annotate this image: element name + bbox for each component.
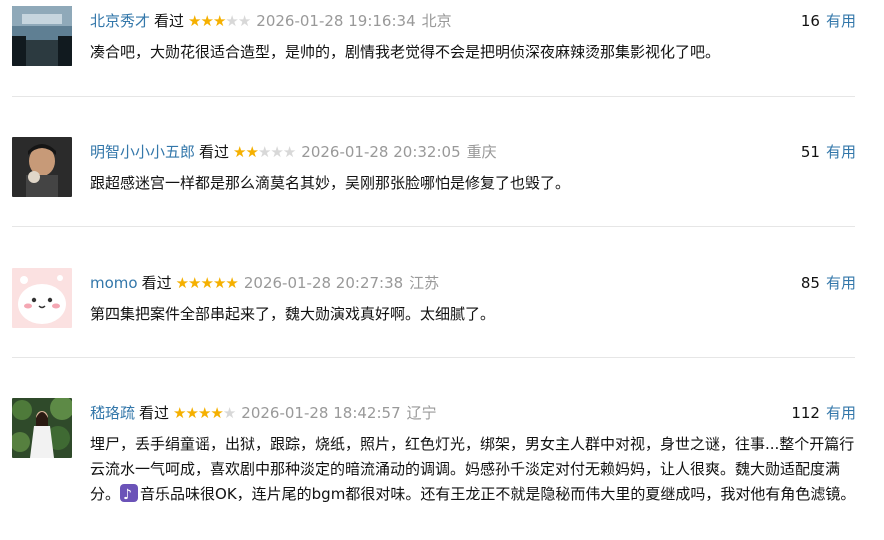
avatar-image xyxy=(12,398,72,458)
divider xyxy=(12,357,855,358)
vote-area: 112 有用 xyxy=(791,402,856,424)
star-filled-icon: ★ xyxy=(173,404,186,422)
star-filled-icon: ★ xyxy=(188,274,201,292)
rating-stars: ★★★★★ xyxy=(188,10,251,32)
comment-time: 2026-01-28 18:42:57 xyxy=(241,404,401,422)
star-filled-icon: ★ xyxy=(200,12,213,30)
comment-item: 明智小小小五郎 看过 ★★★★★ 2026-01-28 20:32:05 重庆 51 有用… xyxy=(0,131,884,227)
star-filled-icon: ★ xyxy=(175,274,189,292)
comment-time: 2026-01-28 19:16:34 xyxy=(256,12,416,30)
watched-status: 看过 xyxy=(139,404,170,422)
comment-meta: 明智小小小五郎 看过 ★★★★★ 2026-01-28 20:32:05 重庆 xyxy=(90,141,854,163)
comment-location: 北京 xyxy=(421,12,452,30)
star-filled-icon: ★ xyxy=(212,12,226,30)
avatar-image xyxy=(12,268,72,328)
vote-count: 51 xyxy=(800,143,820,161)
comment-list: 北京秀才 看过 ★★★★★ 2026-01-28 19:16:34 北京 16 有用 凑合… xyxy=(0,0,884,540)
comment-text: 跟超感迷宫一样都是那么滴莫名其妙，吴刚那张脸哪怕是修复了也毁了。 xyxy=(90,174,571,192)
username-link[interactable]: 明智小小小五郎 xyxy=(90,143,195,161)
comment-text: 第四集把案件全部串起来了，魏大勋演戏真好啊。太细腻了。 xyxy=(90,305,496,323)
comment-text: 埋尸，丢手绢童谣，出狱，跟踪，烧纸，照片，红色灯光，绑架，男女主人群中对视，身世… xyxy=(90,432,858,508)
star-empty-icon: ★ xyxy=(282,143,296,161)
useful-button[interactable]: 有用 xyxy=(826,274,856,292)
comment-location: 重庆 xyxy=(466,143,497,161)
watched-status: 看过 xyxy=(141,274,172,292)
comment-time: 2026-01-28 20:27:38 xyxy=(243,274,404,292)
star-filled-icon: ★ xyxy=(188,12,201,30)
music-note-icon xyxy=(120,483,139,508)
username-link[interactable]: 嵇珞疏 xyxy=(90,404,135,422)
comment-time: 2026-01-28 20:32:05 xyxy=(301,143,461,161)
comment-item: momo 看过 ★★★★★ 2026-01-28 20:27:38 江苏 85 有用 第四… xyxy=(0,262,884,358)
avatar[interactable] xyxy=(12,137,72,197)
useful-button[interactable]: 有用 xyxy=(826,12,856,30)
rating-stars: ★★★★★ xyxy=(175,272,239,294)
star-filled-icon: ★ xyxy=(185,404,198,422)
rating-stars: ★★★★★ xyxy=(233,141,296,163)
comment-location: 辽宁 xyxy=(406,404,437,422)
avatar[interactable] xyxy=(12,268,72,328)
avatar-image xyxy=(12,137,72,197)
star-empty-icon: ★ xyxy=(222,404,236,422)
star-filled-icon: ★ xyxy=(245,143,258,161)
comment-item: 北京秀才 看过 ★★★★★ 2026-01-28 19:16:34 北京 16 有用 凑合… xyxy=(0,0,884,96)
comment-text-part: 音乐品味很OK，连片尾的bgm都很对味。还有王龙正不就是隐秘而伟大里的夏继成吗，… xyxy=(140,485,856,503)
comment-text: 凑合吧，大勋花很适合造型，是帅的，剧情我老觉得不会是把明侦深夜麻辣烫那集影视化了… xyxy=(90,43,721,61)
vote-area: 16 有用 xyxy=(801,10,856,32)
vote-count: 16 xyxy=(800,12,820,30)
watched-status: 看过 xyxy=(154,12,185,30)
star-empty-icon: ★ xyxy=(270,143,283,161)
username-link[interactable]: 北京秀才 xyxy=(90,12,150,30)
star-filled-icon: ★ xyxy=(210,404,223,422)
star-filled-icon: ★ xyxy=(225,274,238,292)
star-empty-icon: ★ xyxy=(225,12,238,30)
vote-count: 85 xyxy=(800,274,820,292)
comment-meta: momo 看过 ★★★★★ 2026-01-28 20:27:38 江苏 xyxy=(90,272,854,294)
username-link[interactable]: momo xyxy=(90,274,138,292)
divider xyxy=(12,226,855,227)
star-empty-icon: ★ xyxy=(257,143,271,161)
useful-button[interactable]: 有用 xyxy=(826,404,856,422)
watched-status: 看过 xyxy=(199,143,230,161)
avatar[interactable] xyxy=(12,6,72,66)
rating-stars: ★★★★★ xyxy=(173,402,236,424)
avatar[interactable] xyxy=(12,398,72,458)
vote-area: 85 有用 xyxy=(801,272,856,294)
comment-location: 江苏 xyxy=(409,274,440,292)
star-filled-icon: ★ xyxy=(212,274,226,292)
vote-count: 112 xyxy=(791,404,820,422)
useful-button[interactable]: 有用 xyxy=(826,143,856,161)
divider xyxy=(12,96,855,97)
avatar-image xyxy=(12,6,72,66)
star-filled-icon: ★ xyxy=(197,404,211,422)
star-filled-icon: ★ xyxy=(200,274,214,292)
star-filled-icon: ★ xyxy=(233,143,246,161)
vote-area: 51 有用 xyxy=(801,141,856,163)
comment-meta: 嵇珞疏 看过 ★★★★★ 2026-01-28 18:42:57 辽宁 xyxy=(90,402,854,424)
comment-item: 嵇珞疏 看过 ★★★★★ 2026-01-28 18:42:57 辽宁 112 有用 埋尸… xyxy=(0,392,884,540)
star-empty-icon: ★ xyxy=(237,12,251,30)
comment-meta: 北京秀才 看过 ★★★★★ 2026-01-28 19:16:34 北京 xyxy=(90,10,854,32)
